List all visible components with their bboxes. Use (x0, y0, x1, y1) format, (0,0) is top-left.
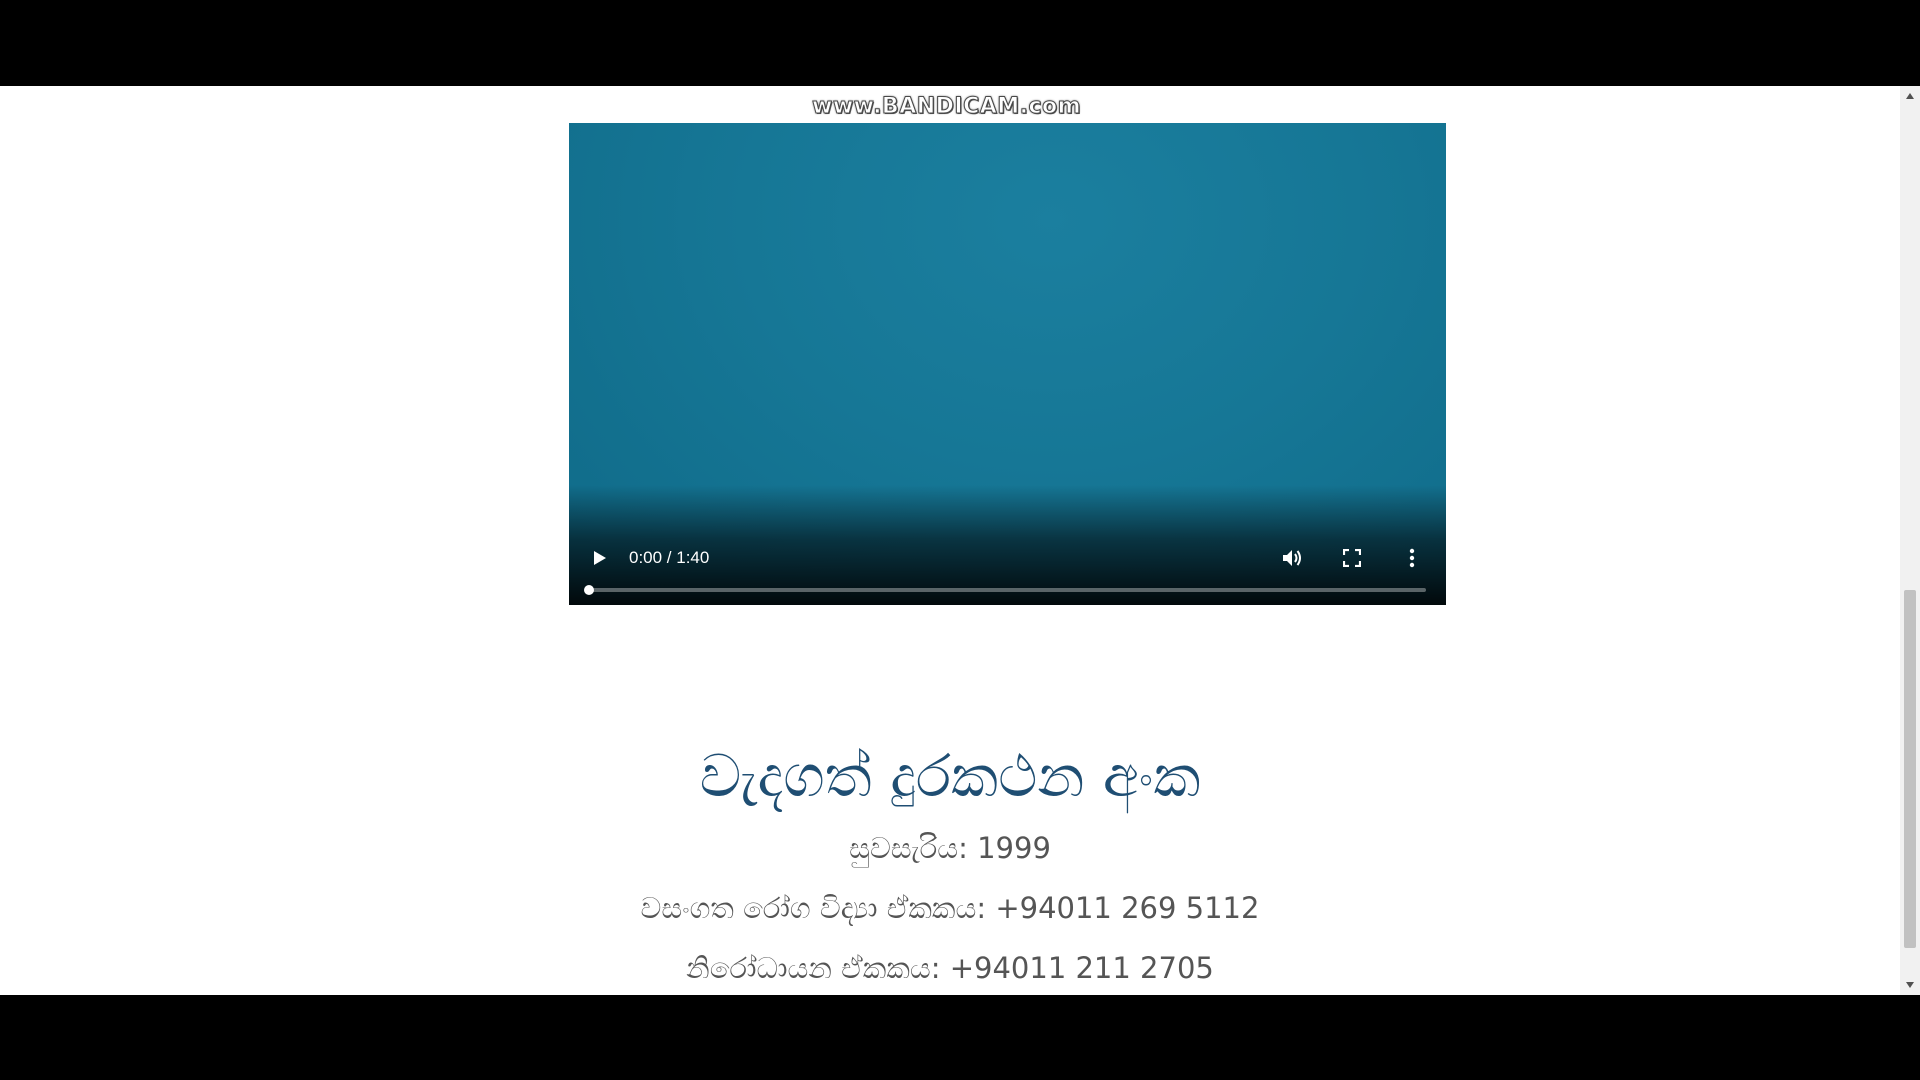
browser-viewport: 0:00 / 1:40 www.BANDICAM.com වැදගත් දුරක… (0, 86, 1920, 995)
scrollbar-thumb[interactable] (1904, 590, 1916, 948)
more-options-button[interactable] (1397, 543, 1427, 573)
contact-line: සුවසැරිය: 1999 (849, 831, 1051, 865)
more-options-icon (1409, 548, 1415, 568)
vertical-scrollbar[interactable] (1900, 86, 1920, 995)
fullscreen-icon (1343, 549, 1361, 567)
video-controls: 0:00 / 1:40 (569, 525, 1446, 605)
scroll-up-button[interactable] (1900, 88, 1920, 104)
contact-line: නිරෝධායන ඒකකය: +94011 211 2705 (686, 951, 1214, 985)
scroll-down-arrow-icon (1906, 982, 1914, 988)
video-progress-thumb[interactable] (584, 585, 594, 595)
section-title: වැදගත් දුරකථන අංක (699, 742, 1201, 810)
scroll-up-arrow-icon (1906, 93, 1914, 99)
video-player[interactable]: 0:00 / 1:40 (569, 123, 1446, 605)
contact-line: වසංගත රෝග විද්‍යා ඒකකය: +94011 269 5112 (640, 891, 1260, 925)
bandicam-watermark: www.BANDICAM.com (811, 94, 1082, 120)
video-progress-bar[interactable] (584, 585, 1426, 595)
fullscreen-button[interactable] (1337, 543, 1367, 573)
time-display: 0:00 / 1:40 (629, 548, 710, 567)
screen-recording-frame: 0:00 / 1:40 www.BANDICAM.com වැදගත් දුරක… (0, 0, 1920, 1080)
play-button[interactable] (585, 543, 615, 573)
mute-button[interactable] (1277, 543, 1307, 573)
play-icon (594, 551, 606, 565)
volume-icon (1283, 550, 1301, 566)
scroll-down-button[interactable] (1900, 977, 1920, 993)
